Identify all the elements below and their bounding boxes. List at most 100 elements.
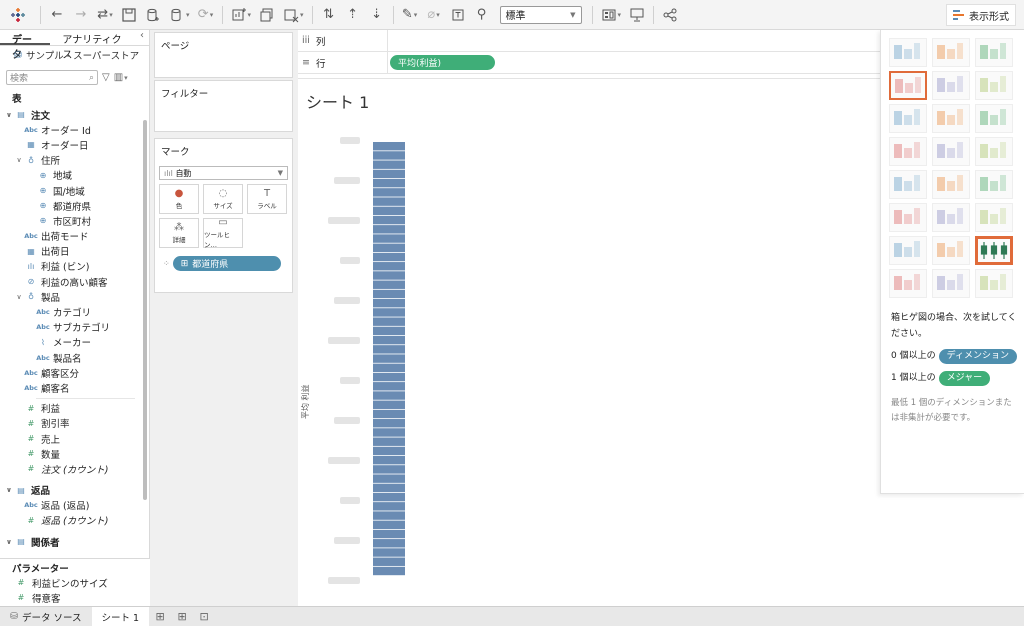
field-item[interactable]: Abc 顧客名 [0,380,149,395]
chart-type-dual-combination-icon[interactable] [975,203,1013,232]
bar-segment[interactable] [373,271,405,280]
bar-segment[interactable] [373,511,405,520]
field-item[interactable]: ⊕ 市区町村 [0,213,149,228]
parameter-item[interactable]: # 得意客 [0,590,150,605]
filters-card[interactable]: フィルター [154,80,293,132]
field-item[interactable]: ⊘ 利益の高い顧客 [0,274,149,289]
presentation-mode-icon[interactable] [626,4,648,26]
field-item[interactable]: ∨ ♁ 製品 [0,289,149,304]
bar-segment[interactable] [373,345,405,354]
refresh-icon[interactable]: ⟳ ▾ [195,4,217,26]
undo-icon[interactable]: ← [46,4,68,26]
field-item[interactable]: Abc カテゴリ [0,304,149,319]
bar-segment[interactable] [373,308,405,317]
bar-segment[interactable] [373,483,405,493]
bar-segment[interactable] [373,363,405,373]
field-item[interactable]: # 割引率 [0,416,149,431]
clear-sheet-icon[interactable]: ▾ [280,4,307,26]
tableau-logo-icon[interactable] [0,0,36,30]
pages-card[interactable]: ページ [154,32,293,78]
pin-axes-icon[interactable]: ⚲ [471,4,493,26]
field-search-input[interactable]: 検索 ⌕ [6,70,98,85]
field-item[interactable]: ⊕ 都道府県 [0,198,149,213]
highlight-icon[interactable]: ✎ ▾ [399,4,421,26]
bar-segment[interactable] [373,178,405,188]
bar-segment[interactable] [373,419,405,428]
new-dashboard-icon[interactable]: ⊞ [171,607,193,626]
chevron-down-icon[interactable]: ∨ [4,111,14,119]
bar-segment[interactable] [373,400,405,409]
bar-segment[interactable] [373,409,405,419]
bar-segment[interactable] [373,382,405,391]
mark-detail-button[interactable]: ⁂ 詳細 [159,218,199,248]
bar-segment[interactable] [373,188,405,197]
bar-segment[interactable] [373,234,405,243]
chart-type-area-continuous-icon[interactable] [889,203,927,232]
bar-segment[interactable] [373,354,405,363]
table-group-item[interactable]: ∨ ▤ 返品 [0,483,149,498]
tab-sheet-1[interactable]: シート 1 [91,606,150,626]
mark-size-button[interactable]: ◌ サイズ [203,184,243,214]
bar-segment[interactable] [373,437,405,446]
pause-update-icon[interactable]: ▾ [166,4,193,26]
chart-type-area-discrete-icon[interactable] [932,203,970,232]
mark-color-button[interactable]: ● 色 [159,184,199,214]
chevron-down-icon[interactable]: ∨ [14,156,24,164]
bar-segment[interactable] [373,474,405,483]
field-item[interactable]: Abc サブカテゴリ [0,320,149,335]
field-item[interactable]: ⊕ 国/地域 [0,183,149,198]
bar-segment[interactable] [373,252,405,262]
collapse-pane-icon[interactable]: ‹ [135,30,149,45]
datasource-item[interactable]: ⛁ サンプル - スーパーストア [0,46,149,64]
share-icon[interactable] [659,4,681,26]
bar-segment[interactable] [373,169,405,179]
bar-segment[interactable] [373,335,405,345]
mark-type-select[interactable]: ılıl 自動 ▼ [159,166,288,180]
mark-tooltip-button[interactable]: ▭ ツールヒン… [203,217,243,249]
fit-select[interactable]: 標準 ▼ [499,5,582,24]
field-item[interactable]: Abc 出荷モード [0,229,149,244]
chart-type-circle-views-icon[interactable] [932,137,970,166]
field-item[interactable]: ılı 利益 (ビン) [0,259,149,274]
bar-segment[interactable] [373,539,405,548]
bar-segment[interactable] [373,391,405,400]
bar-segment[interactable] [373,529,405,539]
show-cards-icon[interactable]: ▾ [598,4,625,26]
new-sheet-icon[interactable]: ▾ [228,4,255,26]
bar-segment[interactable] [373,520,405,530]
sort-ascending-icon[interactable]: ⇡ [342,4,364,26]
chart-type-histogram-icon[interactable] [932,236,970,265]
chevron-down-icon[interactable]: ∨ [14,293,24,301]
field-item[interactable]: ▦ 出荷日 [0,244,149,259]
bar-segment[interactable] [373,225,405,234]
chart-type-treemap-icon[interactable] [889,137,927,166]
chart-type-side-by-side-bars-icon[interactable] [975,104,1013,133]
chart-type-stacked-bars-icon[interactable] [932,104,970,133]
group-members-icon[interactable]: ⌀ ▾ [423,4,445,26]
field-item[interactable]: # 注文 (カウント) [0,461,149,476]
chart-type-pie-chart-icon[interactable] [975,71,1013,100]
tab-analytics[interactable]: アナリティクス [50,30,135,61]
view-options-icon[interactable]: ▥▾ [114,72,128,83]
table-group-item[interactable]: ∨ ▤ 関係者 [0,534,149,549]
bar-segment[interactable] [373,372,405,382]
chart-type-lines-continuous-icon[interactable] [889,170,927,199]
parameter-item[interactable]: # 利益ビンのサイズ [0,575,150,590]
data-pane-scrollbar[interactable] [143,120,147,500]
rows-pill[interactable]: 平均(利益) [390,55,495,70]
chevron-down-icon[interactable]: ∨ [4,486,14,494]
field-item[interactable]: # 売上 [0,431,149,446]
bar-segment[interactable] [373,160,405,169]
duplicate-sheet-icon[interactable] [256,4,278,26]
bar-segment[interactable] [373,317,405,326]
chart-type-horizontal-bars-icon[interactable] [889,104,927,133]
field-item[interactable]: Abc 返品 (返品) [0,498,149,513]
bar-segment[interactable] [373,298,405,308]
field-item[interactable]: ⌇ メーカー [0,335,149,350]
show-me-button[interactable]: 表示形式 [946,4,1016,26]
bar-segment[interactable] [373,142,405,151]
bar-segment[interactable] [373,566,405,576]
bar-segment[interactable] [373,289,405,299]
bar-segment[interactable] [373,446,405,456]
bar-segment[interactable] [373,151,405,160]
